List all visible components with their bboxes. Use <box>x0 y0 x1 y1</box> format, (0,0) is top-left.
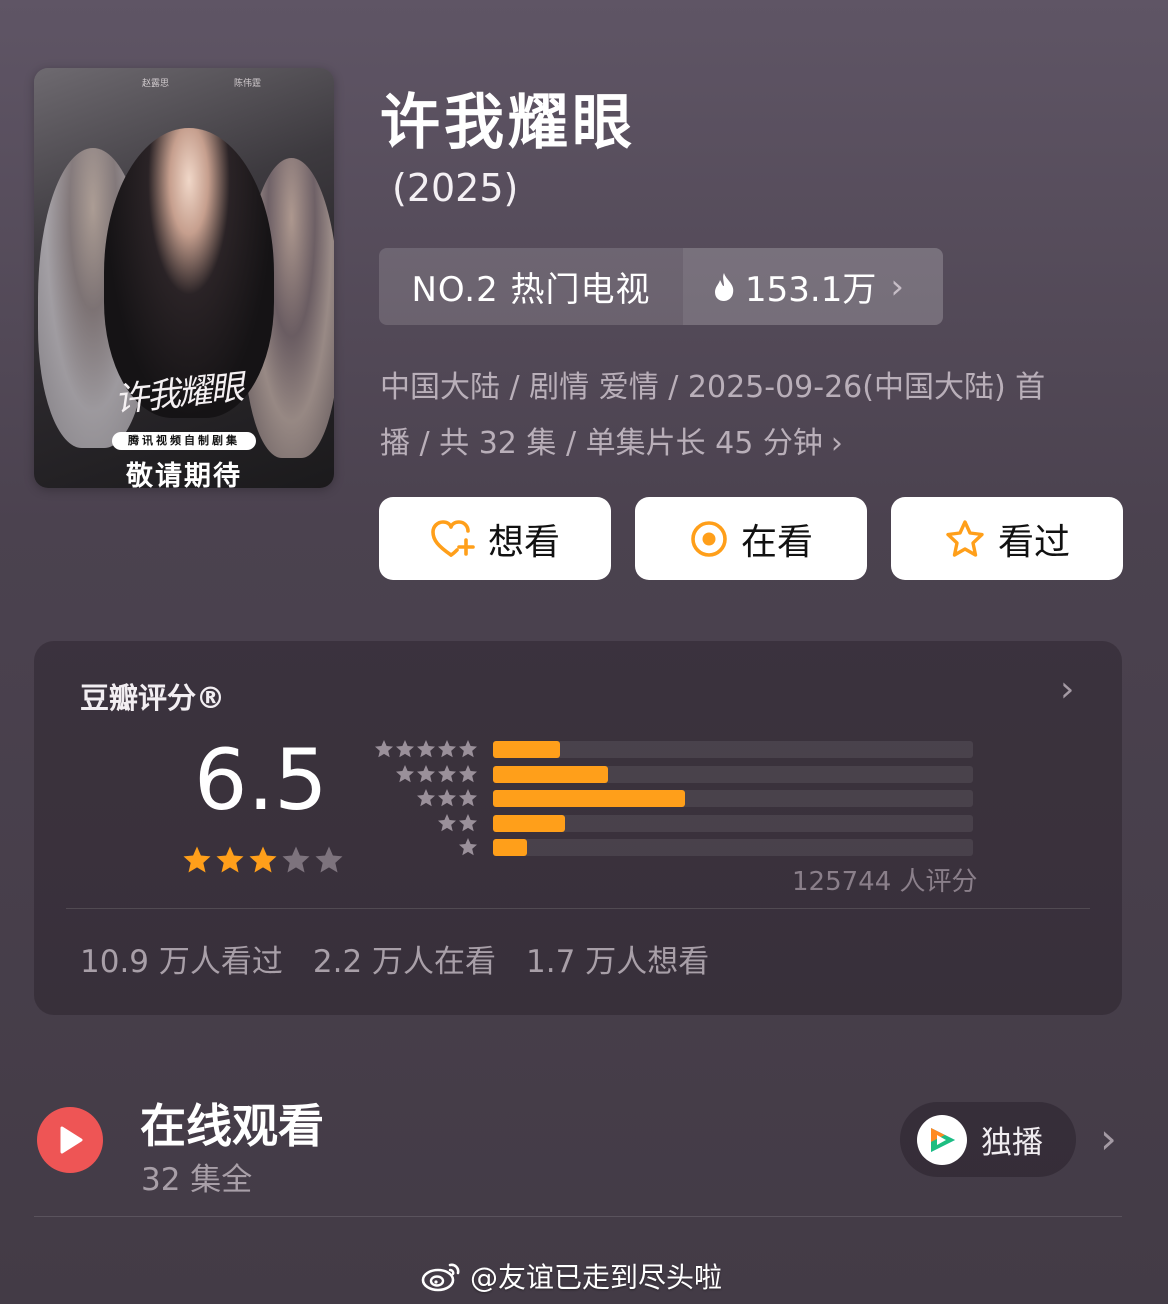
watched-button[interactable]: 看过 <box>891 497 1123 580</box>
score-stars <box>182 845 344 879</box>
rating-bar-track <box>493 741 973 758</box>
poster-badge: 腾讯视频自制剧集 <box>112 432 256 450</box>
watching-button[interactable]: 在看 <box>635 497 867 580</box>
star-small-icon <box>458 764 478 788</box>
exclusive-platform-button[interactable]: 独播 <box>900 1102 1076 1177</box>
star-small-icon <box>437 813 457 837</box>
meta-line-2: 播 / 共 32 集 / 单集片长 45 分钟 <box>380 426 823 461</box>
want-label: 想看 <box>487 521 560 563</box>
rating-bar-fill <box>493 765 609 783</box>
exclusive-label: 独播 <box>981 1125 1043 1161</box>
watch-stats: 10.9 万人看过 2.2 万人在看 1.7 万人想看 <box>80 936 709 981</box>
poster-tagline: 敬请期待 <box>126 461 242 488</box>
star-small-icon <box>437 788 457 812</box>
star-filled-icon <box>248 845 278 879</box>
heart-plus-icon <box>431 519 475 557</box>
rating-score: 6.5 <box>194 731 328 829</box>
watermark: @友谊已走到尽头啦 <box>420 1256 722 1296</box>
page-title: 许我耀眼 <box>380 88 636 158</box>
rating-row-stars <box>372 837 478 861</box>
rating-row-stars <box>372 813 478 837</box>
rating-count: 125744 人评分 <box>792 867 978 897</box>
watermark-text: @友谊已走到尽头啦 <box>470 1261 723 1294</box>
stat-watched: 10.9 万人看过 <box>80 944 283 980</box>
divider <box>66 908 1090 909</box>
rating-bar-fill <box>493 814 565 832</box>
star-filled-icon <box>215 845 245 879</box>
chevron-right-icon[interactable]: › <box>1100 1114 1117 1163</box>
stat-want: 1.7 万人想看 <box>526 944 710 980</box>
star-small-icon <box>458 813 478 837</box>
stat-watching: 2.2 万人在看 <box>312 944 497 980</box>
rating-bar-fill <box>493 741 561 758</box>
rank-label: NO.2 热门电视 <box>411 270 651 310</box>
weibo-logo-icon <box>421 1263 460 1292</box>
episode-count: 32 集全 <box>141 1162 253 1198</box>
release-year: (2025) <box>392 166 519 210</box>
star-outline-icon <box>946 519 984 557</box>
star-empty-icon <box>314 845 344 879</box>
rating-row-stars <box>372 788 478 812</box>
rating-bar-fill <box>493 790 685 807</box>
star-small-icon <box>395 764 415 788</box>
star-small-icon <box>416 788 436 812</box>
chevron-right-icon[interactable]: › <box>1060 669 1074 710</box>
star-small-icon <box>458 788 478 812</box>
star-empty-icon <box>281 845 311 879</box>
star-small-icon <box>458 837 478 861</box>
star-filled-icon <box>182 845 212 879</box>
chevron-right-icon: › <box>830 426 843 461</box>
tencent-video-logo-icon <box>917 1114 967 1165</box>
watching-label: 在看 <box>740 521 813 563</box>
want-to-watch-button[interactable]: 想看 <box>379 497 611 580</box>
star-small-icon <box>437 739 457 763</box>
rating-bar-fill <box>493 839 527 856</box>
star-small-icon <box>395 739 415 763</box>
online-watch-title[interactable]: 在线观看 <box>140 1090 324 1156</box>
meta-info[interactable]: 中国大陆 / 剧情 爱情 / 2025-09-26(中国大陆) 首 播 / 共 … <box>380 360 1120 472</box>
rank-pill[interactable]: NO.2 热门电视 153.1万 › <box>379 248 943 325</box>
poster-credit-1: 赵露思 <box>142 79 170 89</box>
rating-bar-track <box>493 765 973 783</box>
rating-title: 豆瓣评分® <box>80 681 226 715</box>
star-small-icon <box>458 739 478 763</box>
divider <box>34 1216 1122 1217</box>
poster-image[interactable]: 赵露思 陈伟霆 许我耀眼 腾讯视频自制剧集 敬请期待 <box>34 68 334 488</box>
star-small-icon <box>416 764 436 788</box>
flame-icon <box>715 272 734 301</box>
meta-line-1: 中国大陆 / 剧情 爱情 / 2025-09-26(中国大陆) 首 <box>380 370 1046 405</box>
watched-label: 看过 <box>997 521 1070 563</box>
rating-bar-track <box>493 790 973 807</box>
target-icon <box>691 520 727 557</box>
rating-card[interactable]: 豆瓣评分® › 6.5 125744 人评分 10.9 万人看过 2.2 万人在… <box>34 641 1122 1015</box>
star-small-icon <box>437 764 457 788</box>
star-small-icon <box>416 739 436 763</box>
rating-bar-track <box>493 814 973 832</box>
heat-indicator[interactable]: 153.1万 › <box>683 248 943 325</box>
rating-row-stars <box>372 764 478 788</box>
star-small-icon <box>374 739 394 763</box>
chevron-right-icon: › <box>890 266 904 307</box>
rating-row-stars <box>372 739 478 763</box>
play-button[interactable] <box>37 1107 103 1173</box>
rating-bar-track <box>493 839 973 856</box>
poster-credit-2: 陈伟霆 <box>234 79 262 89</box>
heat-value: 153.1万 <box>745 270 877 310</box>
play-icon <box>60 1126 83 1154</box>
